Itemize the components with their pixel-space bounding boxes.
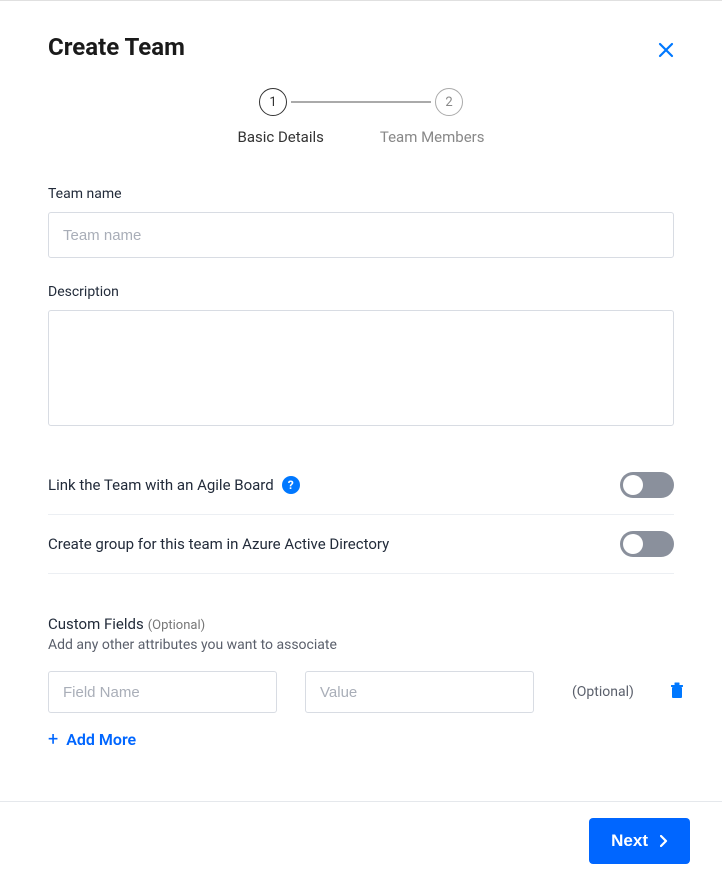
page-title: Create Team [48, 33, 185, 61]
trash-icon [670, 682, 684, 698]
custom-field-row: (Optional) [48, 671, 674, 713]
next-button-label: Next [611, 831, 648, 851]
link-agile-toggle[interactable] [620, 472, 674, 498]
step-1[interactable]: 1 [259, 88, 287, 116]
stepper: 1 2 [48, 88, 674, 116]
step-1-circle: 1 [259, 88, 287, 116]
footer: Next [0, 801, 722, 879]
azure-ad-label: Create group for this team in Azure Acti… [48, 535, 389, 553]
close-icon [658, 42, 674, 58]
link-agile-label: Link the Team with an Agile Board ? [48, 476, 300, 494]
step-2-circle: 2 [435, 88, 463, 116]
custom-field-value-input[interactable] [305, 671, 534, 713]
step-labels: Basic Details Team Members [48, 128, 674, 146]
help-icon[interactable]: ? [282, 476, 300, 494]
custom-fields-heading: Custom Fields (Optional) [48, 614, 674, 633]
plus-icon: + [48, 729, 58, 750]
delete-field-button[interactable] [670, 682, 684, 702]
azure-ad-toggle[interactable] [620, 531, 674, 557]
team-name-label: Team name [48, 186, 674, 202]
description-label: Description [48, 284, 674, 300]
custom-fields-optional: (Optional) [148, 618, 205, 633]
custom-field-optional-text: (Optional) [572, 684, 634, 700]
toggle-knob [623, 534, 643, 554]
azure-ad-row: Create group for this team in Azure Acti… [48, 515, 674, 574]
add-more-button[interactable]: + Add More [48, 729, 674, 750]
step-1-label: Basic Details [238, 128, 324, 146]
custom-fields-subtitle: Add any other attributes you want to ass… [48, 637, 674, 653]
custom-field-name-input[interactable] [48, 671, 277, 713]
add-more-label: Add More [66, 730, 136, 749]
custom-fields-title: Custom Fields [48, 615, 144, 633]
link-agile-row: Link the Team with an Agile Board ? [48, 456, 674, 515]
chevron-right-icon [660, 835, 668, 847]
team-name-input[interactable] [48, 212, 674, 258]
close-button[interactable] [658, 39, 674, 64]
step-2[interactable]: 2 [435, 88, 463, 116]
step-line [291, 101, 431, 103]
link-agile-text: Link the Team with an Agile Board [48, 476, 274, 494]
custom-fields-section: Custom Fields (Optional) Add any other a… [48, 614, 674, 750]
step-2-label: Team Members [380, 128, 485, 146]
next-button[interactable]: Next [589, 818, 690, 864]
toggle-knob [623, 475, 643, 495]
description-input[interactable] [48, 310, 674, 426]
